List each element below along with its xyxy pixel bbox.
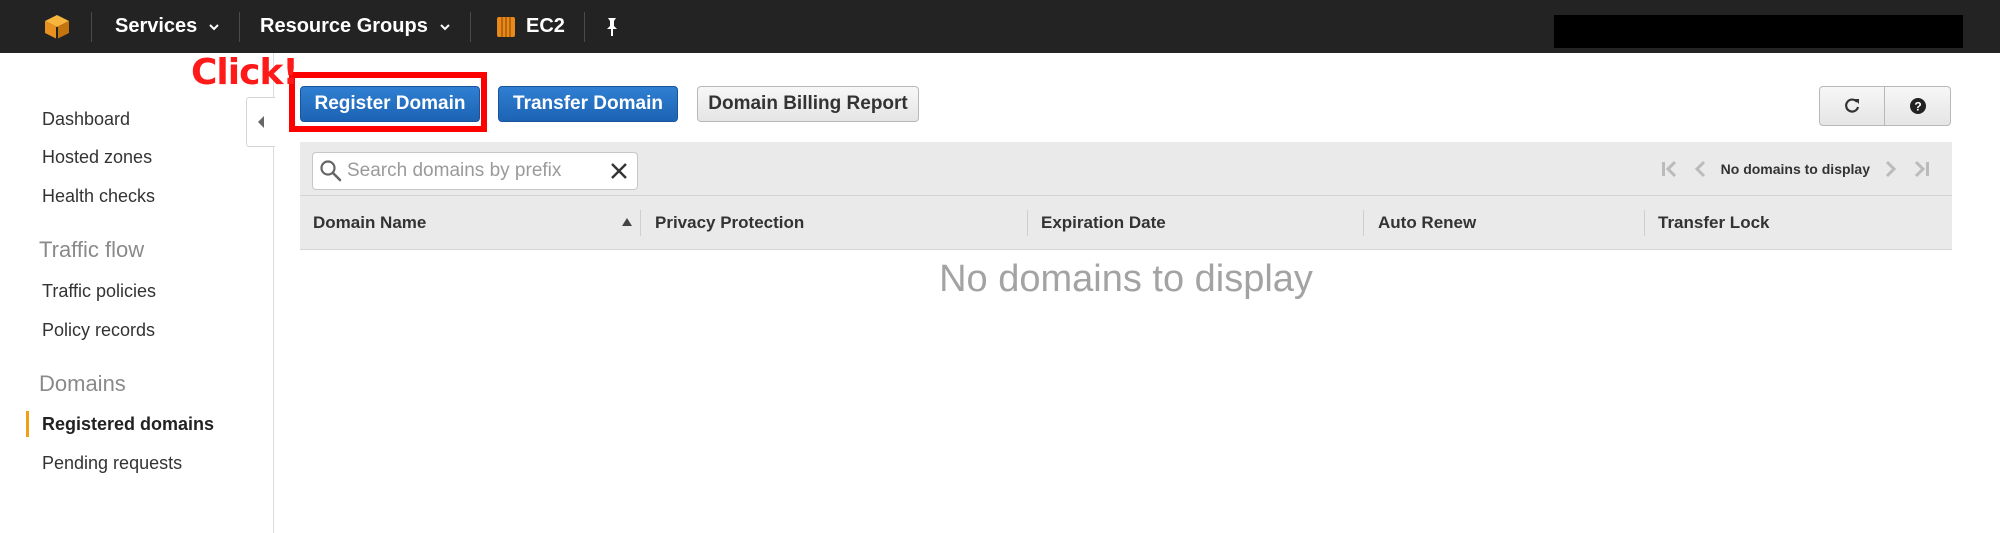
empty-table-message: No domains to display xyxy=(939,258,1313,300)
pagination-status: No domains to display xyxy=(1720,161,1870,177)
first-page-icon[interactable] xyxy=(1659,158,1681,180)
account-menu-redacted[interactable] xyxy=(1554,15,1963,48)
table-header: Domain Name Privacy Protection Expiratio… xyxy=(300,196,1952,250)
chevron-left-icon xyxy=(258,116,264,128)
nav-divider xyxy=(584,12,585,42)
active-indicator xyxy=(26,411,29,437)
pagination: No domains to display xyxy=(1655,156,1936,182)
domain-billing-report-button[interactable]: Domain Billing Report xyxy=(697,86,919,122)
ec2-shortcut[interactable]: EC2 xyxy=(496,0,565,53)
sidebar-heading-traffic-flow: Traffic flow xyxy=(39,237,145,262)
nav-divider xyxy=(239,12,240,42)
sidebar-item-hosted-zones[interactable]: Hosted zones xyxy=(42,147,152,168)
resource-groups-menu[interactable]: Resource Groups xyxy=(260,0,450,53)
svg-text:?: ? xyxy=(1914,100,1921,114)
filter-bar: No domains to display xyxy=(300,142,1952,196)
column-divider[interactable] xyxy=(1363,210,1364,236)
column-header-auto-renew[interactable]: Auto Renew xyxy=(1378,196,1476,250)
pin-icon[interactable] xyxy=(604,17,620,37)
nav-divider xyxy=(91,12,92,42)
sidebar-item-traffic-policies[interactable]: Traffic policies xyxy=(42,281,156,302)
help-icon: ? xyxy=(1909,98,1926,114)
sidebar-item-registered-domains[interactable]: Registered domains xyxy=(42,414,214,435)
column-divider[interactable] xyxy=(1027,210,1028,236)
transfer-domain-button[interactable]: Transfer Domain xyxy=(498,86,678,122)
services-menu[interactable]: Services xyxy=(115,0,220,53)
chevron-down-icon xyxy=(440,23,450,30)
refresh-icon xyxy=(1845,98,1860,113)
chevron-down-icon xyxy=(209,23,220,30)
top-navigation-bar: Services Resource Groups EC2 xyxy=(0,0,2000,53)
resource-groups-label: Resource Groups xyxy=(260,15,428,37)
sidebar-item-dashboard[interactable]: Dashboard xyxy=(42,109,130,130)
clear-icon[interactable] xyxy=(609,161,629,181)
help-button[interactable]: ? xyxy=(1885,86,1951,126)
column-header-transfer-lock[interactable]: Transfer Lock xyxy=(1658,196,1770,250)
ec2-icon xyxy=(497,16,515,37)
last-page-icon[interactable] xyxy=(1910,158,1932,180)
domains-table-panel: No domains to display Domain Name Privac… xyxy=(300,142,1952,250)
sidebar-item-policy-records[interactable]: Policy records xyxy=(42,320,155,341)
column-divider[interactable] xyxy=(1644,210,1645,236)
previous-page-icon[interactable] xyxy=(1689,158,1711,180)
search-input[interactable] xyxy=(347,157,597,185)
aws-cube-logo-icon[interactable] xyxy=(44,14,70,40)
click-annotation-label: Click! xyxy=(191,52,299,93)
click-highlight-box xyxy=(289,72,487,132)
services-label: Services xyxy=(115,15,198,37)
column-header-expiration-date[interactable]: Expiration Date xyxy=(1041,196,1166,250)
next-page-icon[interactable] xyxy=(1880,158,1902,180)
sidebar-heading-domains: Domains xyxy=(39,371,126,396)
column-header-privacy-protection[interactable]: Privacy Protection xyxy=(655,196,804,250)
refresh-button[interactable] xyxy=(1819,86,1885,126)
sort-ascending-icon[interactable] xyxy=(622,218,632,226)
sidebar-collapse-button[interactable] xyxy=(246,97,275,147)
column-divider[interactable] xyxy=(640,210,641,236)
search-box[interactable] xyxy=(312,152,638,190)
sidebar: Dashboard Hosted zones Health checks Tra… xyxy=(0,53,274,533)
toolbar-icon-group: ? xyxy=(1819,86,1952,126)
sidebar-item-pending-requests[interactable]: Pending requests xyxy=(42,453,182,474)
sidebar-item-health-checks[interactable]: Health checks xyxy=(42,186,155,207)
search-icon xyxy=(320,160,342,182)
nav-divider xyxy=(470,12,471,42)
ec2-label: EC2 xyxy=(526,15,565,37)
column-header-domain-name[interactable]: Domain Name xyxy=(313,196,426,250)
